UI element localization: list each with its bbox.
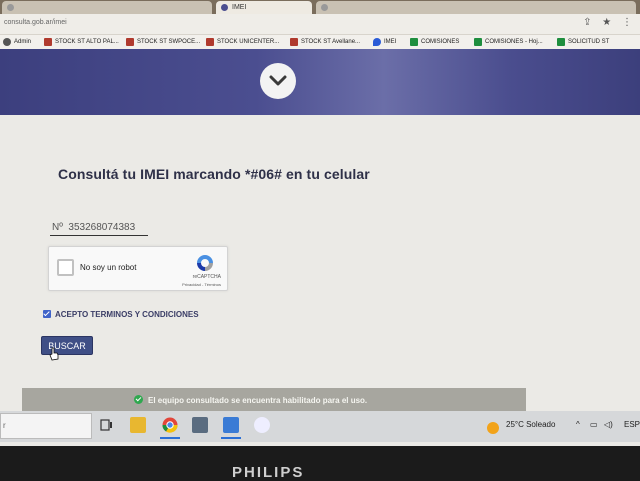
scroll-down-button[interactable] <box>260 63 296 99</box>
bookmark-icon <box>290 38 298 46</box>
tab-favicon-icon <box>321 4 328 11</box>
sheet-icon <box>557 38 565 46</box>
sheet-icon <box>410 38 418 46</box>
speaker-icon[interactable]: ◁) <box>604 420 613 429</box>
recaptcha-links[interactable]: Privacidad - Términos <box>182 282 221 287</box>
bookmark-icon <box>44 38 52 46</box>
bookmark-comisiones[interactable]: COMISIONES <box>410 37 459 47</box>
address-bar-icons: ⇪ ★ ⋮ <box>575 17 632 28</box>
screen: IMEI consulta.gob.ar/imei ⇪ ★ ⋮ Admin ST… <box>0 0 640 446</box>
drop-icon <box>373 38 381 46</box>
browser-tab[interactable] <box>316 1 636 14</box>
monitor-brand-logo: PHILIPS <box>232 464 305 481</box>
address-bar[interactable]: consulta.gob.ar/imei ⇪ ★ ⋮ <box>0 14 640 35</box>
windows-taskbar: r 25°C Soleado ^ ▭ ◁) ESP <box>0 411 640 442</box>
bookmark-admin[interactable]: Admin <box>3 37 31 47</box>
recaptcha-label: No soy un robot <box>80 263 137 272</box>
task-view-icon[interactable] <box>99 417 115 433</box>
tab-label: IMEI <box>232 4 247 11</box>
weather-text[interactable]: 25°C Soleado <box>506 420 555 429</box>
recaptcha-brand: reCAPTCHA <box>192 274 221 280</box>
check-circle-icon <box>134 395 143 404</box>
sheet-icon <box>474 38 482 46</box>
browser-tab-strip: IMEI <box>0 0 640 14</box>
bookmark-label: STOCK ST ALTO PAL... <box>55 39 119 45</box>
person-icon <box>3 38 11 46</box>
bookmark-label: SOLICITUD ST <box>568 39 610 45</box>
bookmark-stock-alto[interactable]: STOCK ST ALTO PAL... <box>44 37 119 47</box>
imei-input[interactable] <box>50 219 148 236</box>
terms-checkbox[interactable] <box>43 310 51 318</box>
bookmark-label: STOCK UNICENTER... <box>217 39 280 45</box>
menu-dots-icon[interactable]: ⋮ <box>622 17 632 28</box>
taskbar-search-box[interactable]: r <box>0 413 92 439</box>
bookmarks-bar: Admin STOCK ST ALTO PAL... STOCK ST SWPO… <box>0 35 640 49</box>
network-icon[interactable]: ▭ <box>590 420 598 429</box>
chevron-down-icon <box>269 75 287 86</box>
bookmark-label: IMEI <box>384 39 397 45</box>
bookmark-label: STOCK ST Avellane... <box>301 39 361 45</box>
hand-cursor-icon <box>49 347 59 361</box>
recaptcha-checkbox[interactable] <box>57 259 74 276</box>
browser-tab[interactable] <box>2 1 212 14</box>
clock-app-icon[interactable] <box>221 417 241 439</box>
bookmark-label: COMISIONES <box>421 39 460 45</box>
calculator-icon[interactable] <box>192 417 208 433</box>
language-indicator[interactable]: ESP <box>624 420 640 429</box>
bookmark-stock-avellaneda[interactable]: STOCK ST Avellane... <box>290 37 360 47</box>
file-explorer-icon[interactable] <box>130 417 146 433</box>
terms-label[interactable]: ACEPTO TERMINOS Y CONDICIONES <box>55 309 199 321</box>
page-title: Consultá tu IMEI marcando *#06# en tu ce… <box>58 166 370 182</box>
bookmark-stock-swpoce[interactable]: STOCK ST SWPOCE... <box>126 37 200 47</box>
app-icon[interactable] <box>254 417 270 433</box>
bookmark-comisiones-hoja[interactable]: COMISIONES - Hoj... <box>474 37 543 47</box>
url-text[interactable]: consulta.gob.ar/imei <box>4 19 67 26</box>
chrome-icon[interactable] <box>160 417 180 439</box>
tab-favicon-icon <box>7 4 14 11</box>
weather-sun-icon <box>487 422 499 434</box>
bookmark-imei[interactable]: IMEI <box>373 37 396 47</box>
bookmark-icon <box>126 38 134 46</box>
result-message: El equipo consultado se encuentra habili… <box>148 396 368 405</box>
bookmark-stock-unicenter[interactable]: STOCK UNICENTER... <box>206 37 279 47</box>
bookmark-label: STOCK ST SWPOCE... <box>137 39 201 45</box>
tab-favicon-icon <box>221 4 228 11</box>
bookmark-icon <box>206 38 214 46</box>
bookmark-solicitud-st[interactable]: SOLICITUD ST <box>557 37 609 47</box>
chevron-up-icon[interactable]: ^ <box>576 420 580 429</box>
star-icon[interactable]: ★ <box>602 17 611 28</box>
recaptcha-widget: No soy un robot reCAPTCHA Privacidad - T… <box>48 246 228 291</box>
recaptcha-logo-icon <box>197 255 213 271</box>
share-icon[interactable]: ⇪ <box>583 17 591 28</box>
bookmark-label: Admin <box>14 39 32 45</box>
browser-tab-active[interactable]: IMEI <box>216 1 312 14</box>
bookmark-label: COMISIONES - Hoj... <box>485 39 543 45</box>
hero-banner <box>0 49 640 115</box>
